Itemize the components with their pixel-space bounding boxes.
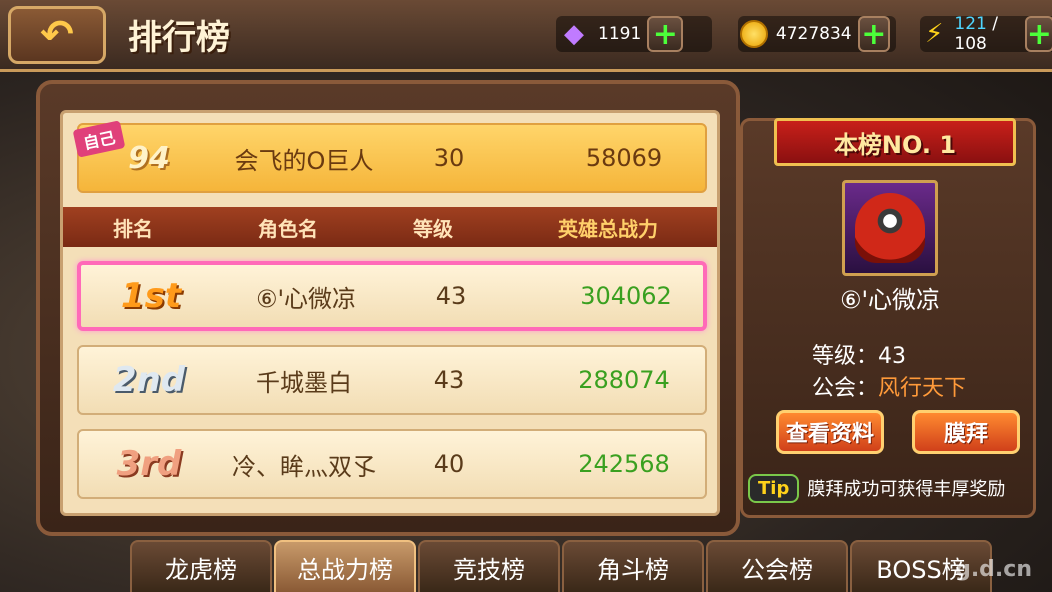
rank-badge-3rd: 3rd [116, 444, 182, 484]
rank-badge-2nd: 2nd [112, 360, 186, 400]
top-bar: ↶ 排行榜 ◆ 1191 + 4727834 + ⚡ 121 / 108 + [0, 0, 1052, 72]
tab-gladiator[interactable]: 角斗榜 [562, 540, 704, 592]
self-name: 会飞的O巨人 [234, 146, 374, 175]
add-energy-button[interactable]: + [1024, 16, 1052, 52]
tip-hint: Tip 膜拜成功可获得丰厚奖励 [748, 468, 1005, 508]
top-player-level: 等级：43 [812, 344, 907, 369]
player-power: 242568 [578, 450, 670, 478]
energy-counter: ⚡ 121 / 108 + [920, 14, 1052, 54]
ranking-list: 自己 94 会飞的O巨人 30 58069 排名 角色名 等级 英雄总战力 1s… [60, 110, 720, 516]
rank-badge-1st: 1st [120, 276, 182, 316]
tab-dragon-tiger[interactable]: 龙虎榜 [130, 540, 272, 592]
worship-button[interactable]: 膜拜 [912, 410, 1020, 454]
gold-value: 4727834 [775, 24, 852, 44]
player-name: 冷、眸灬双孓 [232, 452, 376, 481]
top-player-name: ⑥'心微凉 [839, 286, 941, 314]
column-power: 英雄总战力 [558, 216, 658, 241]
column-name: 角色名 [258, 216, 318, 241]
self-rank-row: 自己 94 会飞的O巨人 30 58069 [72, 120, 707, 193]
top-player-portrait[interactable] [842, 180, 938, 276]
player-level: 43 [435, 282, 467, 310]
rank-row-3[interactable]: 3rd 冷、眸灬双孓 40 242568 [77, 429, 707, 499]
lightning-icon: ⚡ [925, 19, 944, 49]
player-level: 40 [433, 450, 465, 478]
self-rank: 94 [128, 140, 170, 176]
player-power: 288074 [578, 366, 670, 394]
energy-max: 108 [954, 34, 987, 54]
gold-coin-icon [739, 20, 768, 48]
tip-icon: Tip [748, 473, 800, 503]
top-banner: 本榜NO. 1 [774, 118, 1016, 166]
page-title: 排行榜 [128, 18, 230, 58]
column-level: 等级 [413, 216, 453, 241]
rank-row-1[interactable]: 1st ⑥'心微凉 43 304062 [77, 261, 707, 331]
ranking-tabs: 龙虎榜 总战力榜 竞技榜 角斗榜 公会榜 BOSS榜 [130, 540, 1052, 592]
tab-guild[interactable]: 公会榜 [706, 540, 848, 592]
back-button[interactable]: ↶ [8, 6, 106, 64]
view-profile-button[interactable]: 查看资料 [776, 410, 884, 454]
player-name: ⑥'心微凉 [255, 284, 357, 313]
robot-avatar-icon [855, 193, 925, 263]
tip-text: 膜拜成功可获得丰厚奖励 [807, 479, 1006, 500]
add-gold-button[interactable]: + [857, 16, 890, 52]
gem-icon: ◆ [564, 19, 584, 49]
player-level: 43 [433, 366, 465, 394]
gem-counter: ◆ 1191 + [556, 16, 712, 52]
energy-current: 121 [954, 14, 987, 34]
top-player-panel [740, 118, 1036, 518]
gem-value: 1191 [598, 24, 642, 44]
tab-arena[interactable]: 竞技榜 [418, 540, 560, 592]
self-level: 30 [433, 144, 465, 172]
back-arrow-icon: ↶ [40, 12, 74, 58]
gold-counter: 4727834 + [738, 16, 896, 52]
self-power: 58069 [585, 144, 663, 172]
player-power: 304062 [580, 282, 672, 310]
watermark: g.d.cn [955, 557, 1032, 582]
top-player-guild: 公会：风行天下 [812, 376, 967, 401]
column-header: 排名 角色名 等级 英雄总战力 [63, 207, 717, 247]
column-rank: 排名 [113, 216, 153, 241]
tab-total-power[interactable]: 总战力榜 [274, 540, 416, 592]
player-name: 千城墨白 [256, 368, 352, 397]
rank-row-2[interactable]: 2nd 千城墨白 43 288074 [77, 345, 707, 415]
add-gems-button[interactable]: + [647, 16, 684, 52]
